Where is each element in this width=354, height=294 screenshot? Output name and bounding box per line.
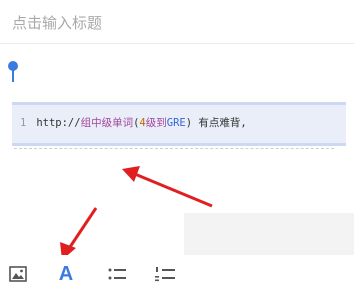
- divider: [14, 148, 334, 149]
- selection-top-edge: [12, 102, 346, 105]
- numbered-list-icon: [155, 267, 175, 282]
- code-part1: 组中级单词: [80, 117, 134, 129]
- code-gre: GRE: [166, 117, 186, 129]
- annotation-arrow-1: [122, 166, 213, 208]
- cursor-handle-icon[interactable]: [7, 60, 19, 82]
- formatting-toolbar: A: [0, 255, 354, 294]
- code-paren-close: ): [185, 117, 193, 129]
- title-bar: [0, 0, 354, 44]
- font-style-button[interactable]: A: [53, 261, 79, 287]
- numbered-list-button[interactable]: [152, 261, 178, 287]
- font-style-icon: A: [58, 263, 74, 285]
- selection-bottom-edge: [12, 143, 346, 146]
- code-suffix: 有点难背,: [198, 117, 247, 129]
- code-line: 1 http://组中级单词(4级到GRE) 有点难背,: [20, 115, 247, 130]
- code-block[interactable]: 1 http://组中级单词(4级到GRE) 有点难背,: [12, 102, 346, 146]
- bullet-list-button[interactable]: [104, 261, 130, 287]
- code-part2: 级到: [145, 117, 167, 129]
- title-input[interactable]: [12, 12, 332, 34]
- line-number: 1: [20, 117, 27, 129]
- insert-image-button[interactable]: [5, 261, 31, 287]
- bullet-list-icon: [108, 268, 126, 280]
- image-icon: [9, 266, 27, 282]
- code-prefix: http://: [36, 117, 81, 129]
